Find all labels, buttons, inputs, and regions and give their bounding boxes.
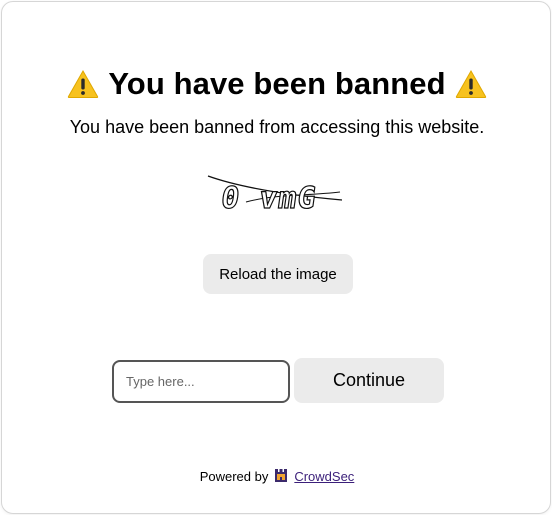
captcha-input[interactable]: [112, 360, 290, 403]
crowdsec-logo-icon: [275, 468, 288, 482]
warning-icon: [68, 69, 99, 98]
powered-by-text: Powered by: [199, 468, 269, 484]
continue-button[interactable]: Continue: [294, 358, 444, 403]
crowdsec-link[interactable]: CrowdSec: [294, 469, 354, 484]
ban-card: You have been banned You have been banne…: [1, 1, 551, 514]
captcha-image: 0 vmG: [207, 175, 343, 217]
footer: Powered by CrowdSec: [2, 465, 552, 487]
captcha-text: 0 vmG: [219, 181, 319, 216]
warning-icon: [455, 69, 486, 98]
title-row: You have been banned: [2, 64, 552, 104]
reload-image-button[interactable]: Reload the image: [203, 254, 353, 294]
ban-message: You have been banned from accessing this…: [69, 117, 485, 137]
page-title: You have been banned: [108, 66, 446, 101]
